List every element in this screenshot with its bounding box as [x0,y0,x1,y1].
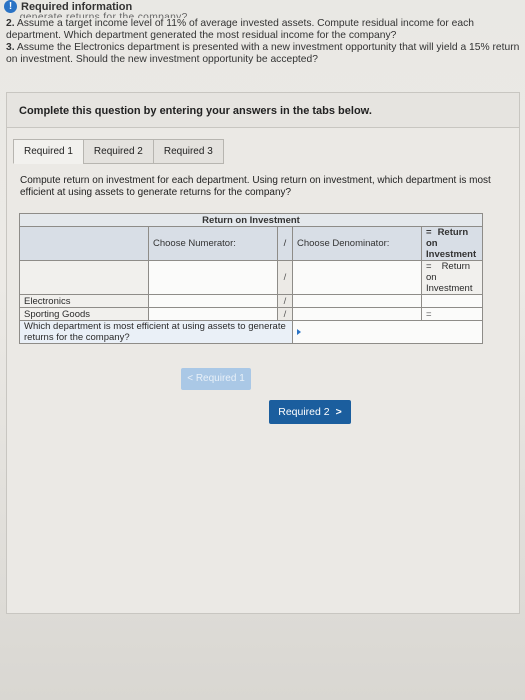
tab-bar: Required 1 Required 2 Required 3 [13,139,224,164]
denominator-input[interactable] [292,260,422,295]
electronics-denominator-input[interactable] [292,294,422,308]
roi-table: Return on Investment Choose Numerator: /… [19,213,483,344]
electronics-numerator-input[interactable] [148,294,278,308]
intro-text: … generate returns for the company? 2. A… [6,12,521,66]
denominator-select[interactable]: Choose Denominator: [292,226,422,261]
efficiency-question: Which department is most efficient at us… [19,320,293,344]
result-header: = Return on Investment [421,226,483,261]
divide-operator: / [277,226,293,261]
question-2: 2. Assume a target income level of 11% o… [6,18,475,41]
row-label-sporting-goods: Sporting Goods [19,307,149,321]
result-subheader: = Return on Investment [421,260,483,295]
tab-required-1[interactable]: Required 1 [13,139,84,164]
table-row: Sporting Goods / = [19,307,483,321]
divide-operator: / [277,260,293,295]
efficiency-answer-select[interactable] [292,320,483,344]
tab-required-3[interactable]: Required 3 [152,139,224,164]
required-info-title: Required information [21,0,133,13]
roi-table-title: Return on Investment [19,213,483,227]
header-row-label [19,226,149,261]
task-instructions: Compute return on investment for each de… [20,175,491,198]
numerator-input[interactable] [148,260,278,295]
panel-heading: Complete this question by entering your … [19,105,372,117]
panel-header: Complete this question by entering your … [7,93,519,128]
row-label-electronics: Electronics [19,294,149,308]
page: ! Required information … generate return… [0,0,525,700]
row-label-empty [19,260,149,295]
numerator-select[interactable]: Choose Numerator: [148,226,278,261]
electronics-roi-input[interactable] [421,294,483,308]
chevron-right-icon: > [335,406,342,418]
next-button[interactable]: Required 2 > [269,400,351,424]
question-3: 3. Assume the Electronics department is … [6,42,520,65]
sporting-denominator-input[interactable] [292,307,422,321]
divide-operator: / [277,307,293,321]
prev-button[interactable]: < Required 1 [181,368,251,390]
sporting-roi-input[interactable]: = [421,307,483,321]
tab-required-2[interactable]: Required 2 [82,139,154,164]
table-row: Which department is most efficient at us… [19,320,483,344]
table-row: / = Return on Investment [19,260,483,295]
divide-operator: / [277,294,293,308]
answer-panel: Complete this question by entering your … [6,92,520,614]
table-row: Electronics / [19,294,483,308]
dropdown-marker-icon [297,328,301,335]
sporting-numerator-input[interactable] [148,307,278,321]
